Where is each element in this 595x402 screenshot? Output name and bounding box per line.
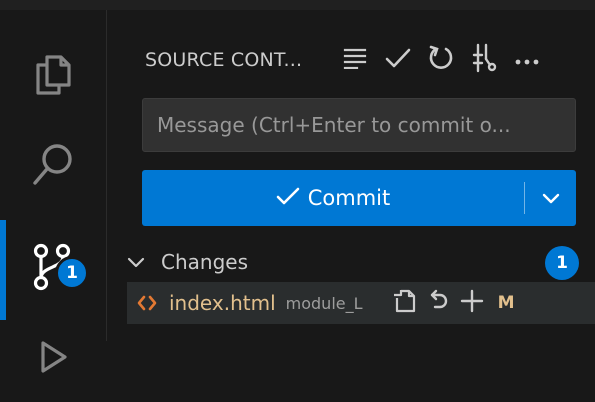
commit-dropdown-button[interactable] — [525, 170, 576, 226]
activity-source-control[interactable] — [0, 222, 106, 312]
run-debug-icon — [33, 337, 73, 377]
search-icon — [31, 142, 75, 188]
changes-section-header[interactable]: Changes 1 — [127, 242, 579, 282]
chevron-down-icon — [542, 189, 560, 208]
more-actions-icon — [514, 51, 540, 70]
changes-count-badge: 1 — [545, 246, 579, 280]
stage-changes-button[interactable] — [456, 287, 488, 319]
commit-check-icon — [385, 47, 411, 73]
more-actions-button[interactable] — [509, 42, 545, 78]
file-actions — [388, 287, 490, 319]
activity-run-debug[interactable] — [0, 312, 106, 402]
panel-header: SOURCE CONT... — [145, 40, 302, 80]
stage-changes-icon — [460, 289, 484, 317]
commit-check-mark-icon — [276, 186, 300, 211]
chevron-down-icon — [127, 256, 151, 268]
refresh-icon — [428, 44, 454, 76]
explorer-icon — [33, 53, 73, 97]
html-file-icon — [137, 295, 159, 311]
commit-button[interactable]: Commit — [142, 170, 524, 226]
activity-explorer[interactable] — [0, 30, 106, 120]
panel-title: SOURCE CONT... — [145, 49, 303, 71]
file-name: index.html — [169, 291, 276, 315]
refresh-button[interactable] — [423, 42, 459, 78]
changes-label: Changes — [161, 250, 248, 274]
changed-file-row[interactable]: index.html module_L M — [127, 282, 595, 324]
source-control-badge: 1 — [55, 256, 89, 290]
commit-check-button[interactable] — [380, 42, 416, 78]
file-status-modified: M — [497, 293, 515, 313]
vscode-window: 1 SOURCE CONT... Message (Ctrl+Enter to … — [0, 0, 595, 373]
panel-actions — [337, 40, 552, 80]
title-strip — [0, 0, 595, 10]
discard-changes-button[interactable] — [422, 287, 454, 319]
commit-message-input[interactable] — [142, 98, 576, 152]
graph-icon — [471, 43, 497, 77]
open-file-button[interactable] — [388, 287, 420, 319]
commit-label: Commit — [307, 186, 391, 210]
open-file-icon — [392, 288, 416, 318]
view-as-list-icon — [343, 47, 367, 73]
commit-button-group: Commit — [142, 170, 576, 226]
discard-changes-icon — [428, 289, 448, 317]
file-directory: module_L — [285, 293, 363, 313]
source-control-panel: SOURCE CONT... Message (Ctrl+Enter to co… — [107, 10, 595, 341]
graph-button[interactable] — [466, 42, 502, 78]
view-as-list-button[interactable] — [337, 42, 373, 78]
activity-bar — [0, 10, 107, 373]
activity-search[interactable] — [0, 120, 106, 210]
